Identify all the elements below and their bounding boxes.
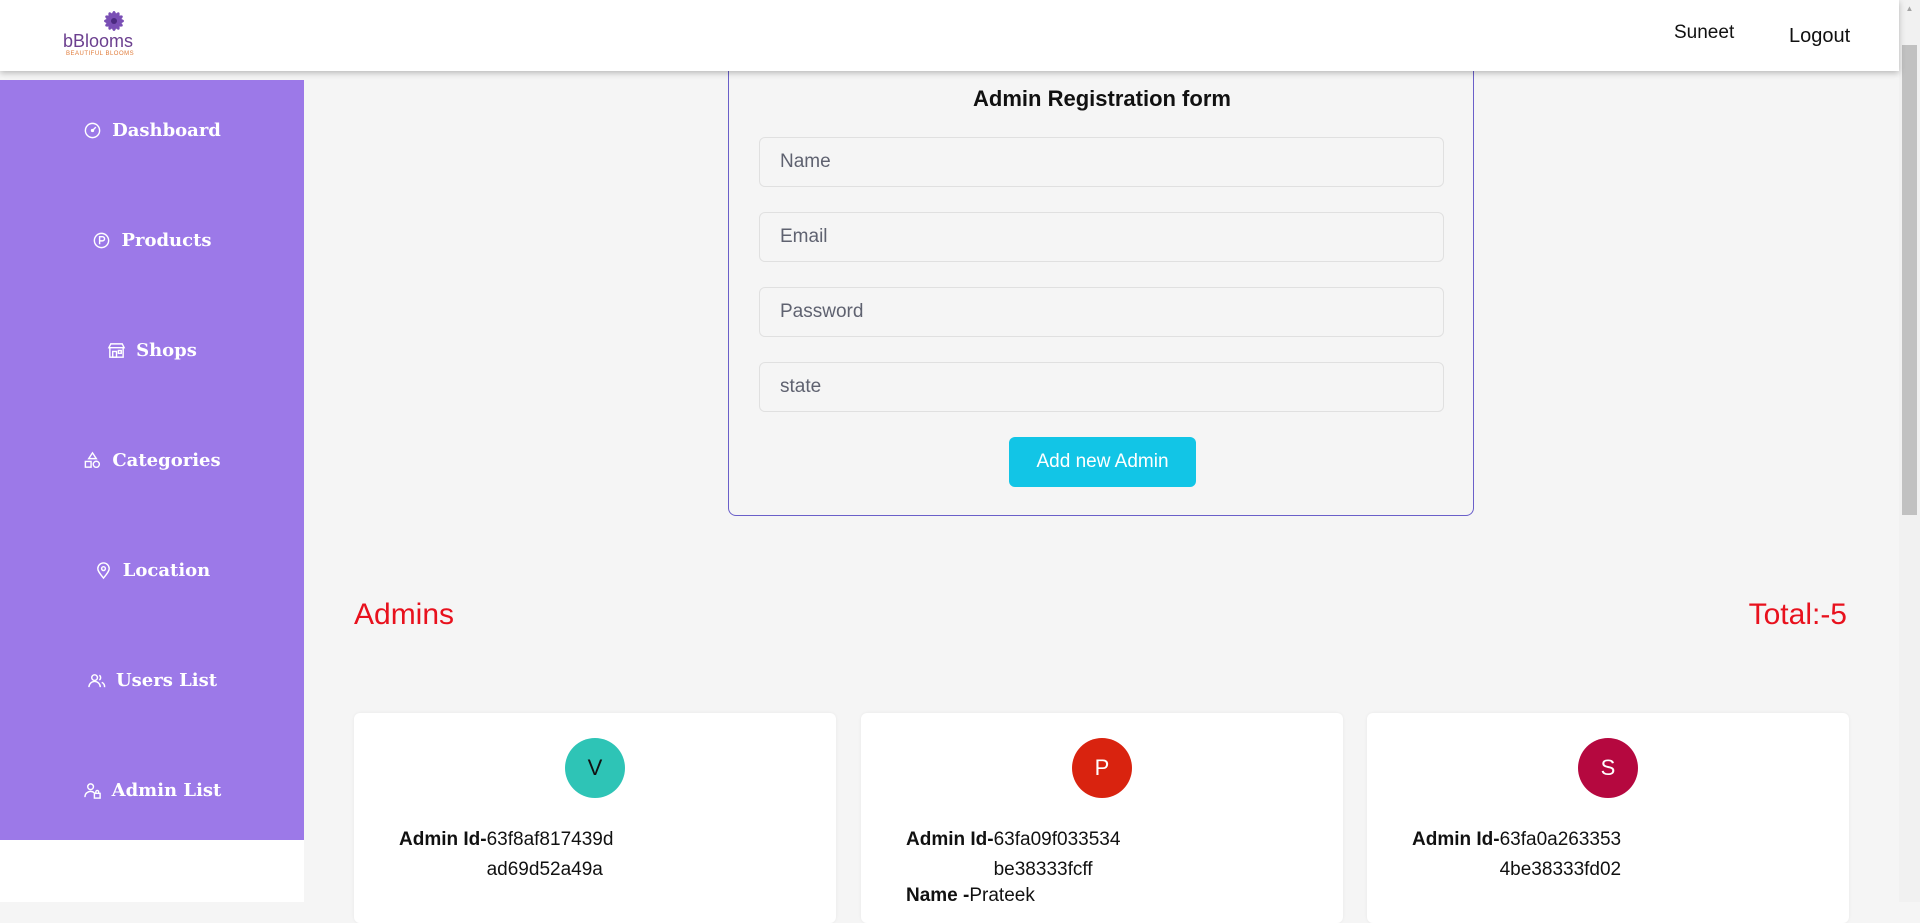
sidebar-item-label: Shops (136, 339, 197, 361)
admin-registration-form: Admin Registration form Add new Admin (728, 58, 1474, 516)
form-title: Admin Registration form (973, 86, 1231, 111)
page-scrollbar[interactable]: ▲ (1899, 0, 1920, 902)
admin-id-label: Admin Id- (1412, 829, 1500, 850)
admin-card: S Admin Id-63fa0a2633534be38333fd02 (1367, 713, 1849, 923)
admin-id-label: Admin Id- (906, 829, 994, 850)
scrollbar-thumb[interactable] (1902, 45, 1917, 515)
current-user-name: Suneet (1674, 22, 1735, 43)
sidebar-item-label: Users List (115, 669, 218, 691)
sidebar-item-label: Admin List (111, 779, 222, 801)
top-header: bBlooms BEAUTIFUL BLOOMS Suneet Logout (0, 0, 1899, 71)
admins-total-count: Total:-5 (1748, 598, 1847, 631)
admin-id-row: Admin Id-63f8af817439dad69d52a49a (399, 825, 619, 885)
location-icon (96, 561, 110, 579)
brand-logo[interactable]: bBlooms BEAUTIFUL BLOOMS (60, 6, 165, 62)
sidebar-item-location[interactable]: Location (0, 550, 304, 590)
logout-link[interactable]: Logout (1789, 25, 1850, 48)
brand-tagline: BEAUTIFUL BLOOMS (66, 51, 135, 57)
admins-heading: Admins (354, 598, 455, 631)
sidebar-item-label: Location (122, 559, 211, 581)
admin-icon (83, 782, 101, 799)
state-field[interactable] (759, 362, 1444, 412)
scroll-up-arrow-icon[interactable]: ▲ (1899, 0, 1920, 17)
avatar: V (565, 738, 625, 798)
sidebar-item-label: Products (121, 229, 212, 251)
sidebar-item-users-list[interactable]: Users List (0, 660, 304, 700)
sidebar-item-admin-list[interactable]: Admin List (0, 770, 304, 810)
users-icon (88, 673, 106, 687)
admin-name-row: Name -Prateek (906, 885, 1035, 907)
brand-name: bBlooms (63, 31, 134, 51)
admin-name-value: Prateek (969, 885, 1035, 906)
sidebar-item-label: Dashboard (112, 119, 221, 141)
name-field[interactable] (759, 137, 1444, 187)
sidebar: Dashboard Products Shops Categories Loca… (0, 80, 304, 840)
product-icon (94, 232, 110, 248)
password-field[interactable] (759, 287, 1444, 337)
admin-id-value: 63fa0a2633534be38333fd02 (1499, 829, 1622, 880)
sidebar-item-products[interactable]: Products (0, 220, 304, 260)
sidebar-item-categories[interactable]: Categories (0, 440, 304, 480)
add-new-admin-button[interactable]: Add new Admin (1009, 437, 1196, 487)
admin-card: V Admin Id-63f8af817439dad69d52a49a (354, 713, 836, 923)
admin-id-label: Admin Id- (399, 829, 487, 850)
sidebar-item-label: Categories (112, 449, 221, 471)
dashboard-icon (84, 122, 101, 138)
admin-id-row: Admin Id-63fa0a2633534be38333fd02 (1412, 825, 1632, 885)
admin-name-label: Name - (906, 885, 970, 906)
sidebar-footer (0, 840, 304, 902)
email-field[interactable] (759, 212, 1444, 262)
admin-id-value: 63fa09f033534be38333fcff (993, 829, 1121, 880)
admin-card: P Admin Id-63fa09f033534be38333fcff Name… (861, 713, 1343, 923)
shop-icon (107, 342, 126, 358)
avatar: P (1072, 738, 1132, 798)
admin-id-value: 63f8af817439dad69d52a49a (486, 829, 614, 880)
admin-id-row: Admin Id-63fa09f033534be38333fcff (906, 825, 1126, 885)
sidebar-item-shops[interactable]: Shops (0, 330, 304, 370)
avatar: S (1578, 738, 1638, 798)
sidebar-item-dashboard[interactable]: Dashboard (0, 110, 304, 150)
categories-icon (85, 451, 101, 468)
